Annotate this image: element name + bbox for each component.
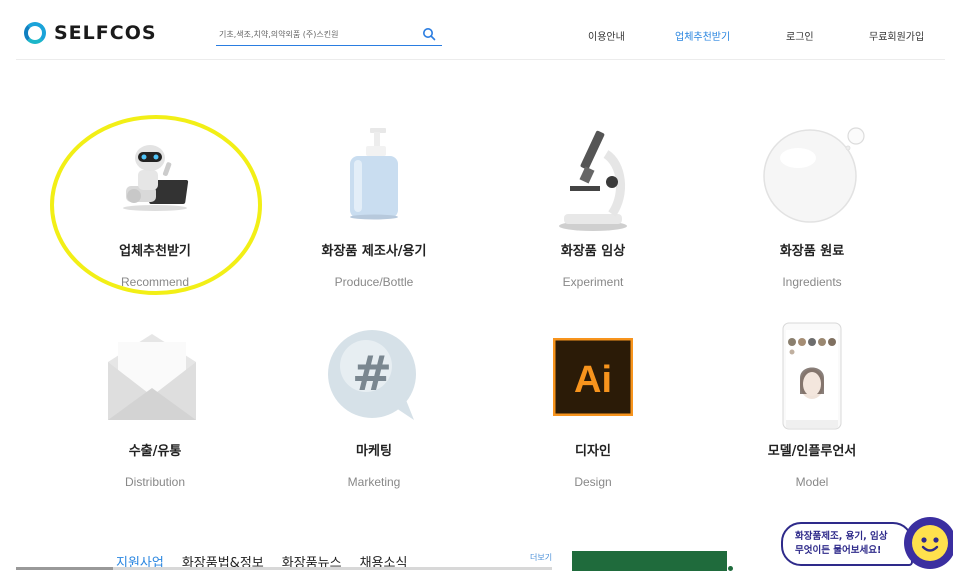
category-subtitle: Model	[795, 475, 829, 489]
category-title: 화장품 임상	[560, 244, 626, 259]
nav-login[interactable]: 로그인	[786, 28, 814, 43]
category-subtitle: Experiment	[562, 275, 624, 289]
illustrator-icon[interactable]: Ai	[553, 338, 633, 416]
more-link[interactable]: 더보기	[530, 552, 552, 563]
category-produce-bottle[interactable]: 화장품 제조사/용기 Produce/Bottle	[274, 240, 474, 289]
header-divider	[16, 59, 945, 60]
category-title: 모델/인플루언서	[767, 444, 857, 459]
header: SELFCOS 이용안내 업체추천받기 로그인 무료회원가입	[0, 0, 953, 60]
category-model[interactable]: 모델/인플루언서 Model	[712, 440, 912, 489]
serum-drop-icon[interactable]	[758, 124, 872, 232]
category-distribution[interactable]: 수출/유통 Distribution	[55, 440, 255, 489]
logo[interactable]: SELFCOS	[24, 22, 157, 44]
nav-signup[interactable]: 무료회원가입	[869, 28, 924, 43]
search-input[interactable]	[216, 24, 416, 45]
tab-underline-active	[16, 567, 113, 570]
category-title: 화장품 원료	[779, 244, 845, 259]
hashtag-bubble-icon[interactable]: #	[326, 328, 422, 424]
category-subtitle: Distribution	[124, 475, 186, 489]
envelope-icon[interactable]	[106, 332, 198, 422]
search-bar	[216, 24, 442, 46]
category-experiment[interactable]: 화장품 임상 Experiment	[493, 240, 693, 289]
logo-ring-icon	[24, 22, 46, 44]
highlight-circle	[50, 115, 262, 295]
category-subtitle: Design	[574, 475, 612, 489]
nav-guide[interactable]: 이용안내	[588, 28, 625, 43]
category-title: 마케팅	[356, 444, 392, 459]
category-subtitle: Marketing	[347, 475, 401, 489]
category-subtitle: Produce/Bottle	[334, 275, 414, 289]
category-title: 디자인	[575, 444, 611, 459]
chatbot-icon[interactable]	[902, 515, 953, 571]
category-title: 수출/유통	[128, 444, 182, 459]
logo-text: SELFCOS	[54, 22, 157, 44]
chat-prompt-bubble[interactable]: 화장품제조, 용기, 임상 무엇이든 물어보세요!	[781, 522, 913, 566]
nav-recommend[interactable]: 업체추천받기	[675, 28, 730, 43]
ai-label: Ai	[574, 359, 612, 401]
chat-prompt-line2: 무엇이든 물어보세요!	[795, 545, 882, 556]
phone-model-icon[interactable]	[782, 322, 842, 430]
microscope-icon[interactable]	[552, 124, 634, 232]
category-marketing[interactable]: 마케팅 Marketing	[274, 440, 474, 489]
category-title: 화장품 제조사/용기	[321, 244, 427, 259]
category-subtitle: Ingredients	[782, 275, 842, 289]
category-ingredients[interactable]: 화장품 원료 Ingredients	[712, 240, 912, 289]
hashtag-label: #	[352, 346, 392, 402]
chat-prompt-line1: 화장품제조, 용기, 임상	[795, 531, 888, 542]
category-design[interactable]: 디자인 Design	[493, 440, 693, 489]
search-icon[interactable]	[422, 27, 436, 41]
pump-bottle-icon[interactable]	[342, 126, 406, 220]
banner-indicator[interactable]	[728, 566, 733, 571]
promo-banner[interactable]	[572, 551, 727, 571]
